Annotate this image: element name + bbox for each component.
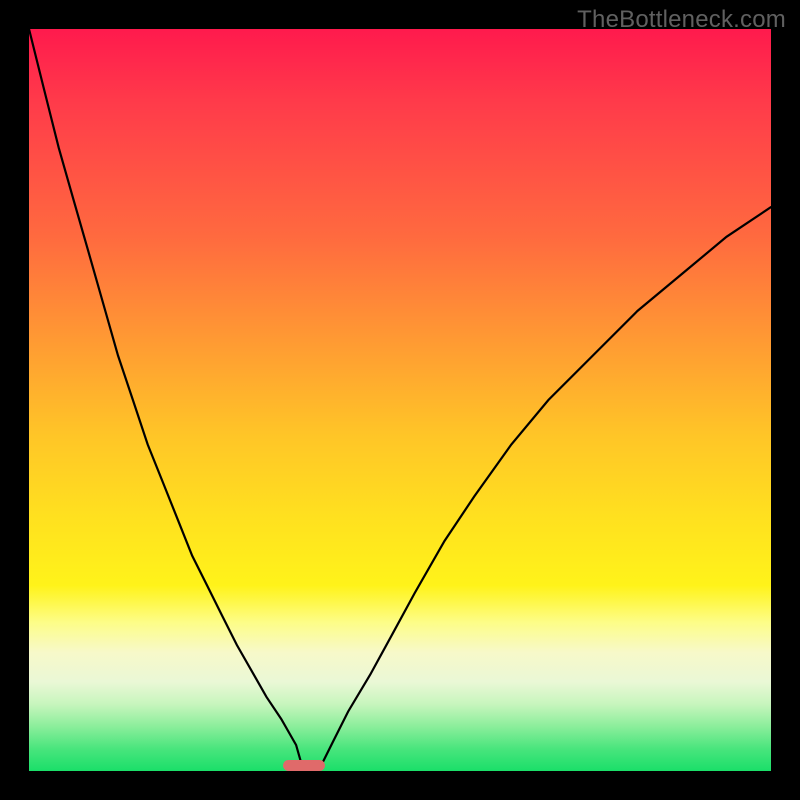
plot-area [29, 29, 771, 771]
curve-left [29, 29, 304, 771]
chart-frame: TheBottleneck.com [0, 0, 800, 800]
curve-right [318, 207, 771, 771]
curve-layer [29, 29, 771, 771]
notch-marker [283, 760, 325, 771]
